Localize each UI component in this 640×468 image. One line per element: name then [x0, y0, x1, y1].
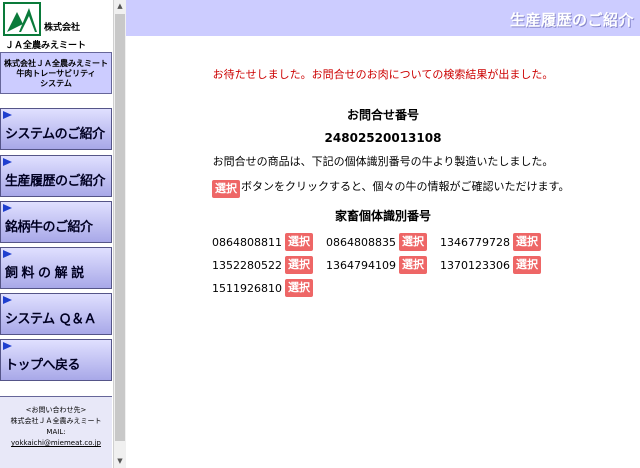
left-nav-frame: 株式会社 ＪＡ全農みえミート 株式会社ＪＡ全農みえミート 牛肉トレーサビリティ … [0, 0, 113, 468]
ja-logo: 株式会社 ＪＡ全農みえミート [3, 2, 111, 51]
menu-item-system-qa[interactable]: システム Ｑ＆Ａ [0, 293, 112, 335]
contact-heading: <お問い合わせ先> [25, 406, 87, 414]
header-banner: 生産履歴のご紹介 [126, 0, 640, 36]
cattle-id-item: 0864808835 選択 [326, 233, 427, 251]
menu-item-feed-explanation[interactable]: 飼 料 の 解 説 [0, 247, 112, 289]
arrow-right-icon [3, 204, 12, 212]
ja-logo-mark [3, 2, 41, 36]
menu-item-system-intro[interactable]: システムのご紹介 [0, 108, 112, 150]
scrollbar-thumb[interactable] [115, 14, 125, 441]
system-name-box: 株式会社ＪＡ全農みえミート 牛肉トレーサビリティ システム [0, 52, 112, 94]
cattle-id-item: 1364794109 選択 [326, 256, 427, 274]
arrow-right-icon [3, 296, 12, 304]
contact-mail-label: MAIL: [46, 428, 66, 436]
scroll-up-arrow-icon[interactable]: ▲ [114, 0, 126, 13]
cattle-id: 0864808835 [326, 235, 396, 249]
left-frame-scrollbar[interactable]: ▲ ▼ [113, 0, 126, 468]
system-name-line3: システム [40, 79, 72, 88]
menu-item-label: システムのご紹介 [5, 127, 105, 142]
system-name-line2: 牛肉トレーサビリティ [16, 69, 96, 78]
select-button-sample: 選択 [212, 180, 240, 198]
menu-item-brand-beef[interactable]: 銘柄牛のご紹介 [0, 201, 112, 243]
menu-item-label: トップへ戻る [5, 358, 81, 373]
arrow-right-icon [3, 111, 12, 119]
menu-item-back-to-top[interactable]: トップへ戻る [0, 339, 112, 381]
menu-item-label: システム Ｑ＆Ａ [5, 312, 97, 327]
select-button[interactable]: 選択 [285, 279, 313, 297]
inquiry-number: 24802520013108 [324, 131, 442, 145]
cattle-id: 1346779728 [440, 235, 510, 249]
cattle-id: 1364794109 [326, 258, 396, 272]
select-button[interactable]: 選択 [399, 233, 427, 251]
cattle-id-item: 1346779728 選択 [440, 233, 541, 251]
cattle-id-item: 1511926810 選択 [212, 279, 313, 297]
contact-company: 株式会社ＪＡ全農みえミート [10, 417, 102, 425]
logo-text-line1: 株式会社 [44, 23, 81, 33]
cattle-id-item: 1352280522 選択 [212, 256, 313, 274]
logo-text-line2: ＪＡ全農みえミート [5, 41, 87, 51]
instruction-message: 選択 ボタンをクリックすると、個々の牛の情報がご確認いただけます。 [212, 178, 570, 198]
menu-item-production-history[interactable]: 生産履歴のご紹介 [0, 155, 112, 197]
instruction-text: ボタンをクリックすると、個々の牛の情報がご確認いただけます。 [241, 180, 570, 193]
select-button[interactable]: 選択 [513, 256, 541, 274]
cattle-id: 1511926810 [212, 281, 282, 295]
inquiry-number-heading: お問合せ番号 [346, 108, 419, 122]
cattle-id-item: 1370123306 選択 [440, 256, 541, 274]
cattle-id: 0864808811 [212, 235, 282, 249]
scroll-down-arrow-icon[interactable]: ▼ [114, 455, 126, 468]
result-notice: お待たせしました。お問合せのお肉についての検索結果が出ました。 [212, 68, 554, 81]
select-button[interactable]: 選択 [285, 256, 313, 274]
cattle-id-item: 0864808811 選択 [212, 233, 313, 251]
menu-item-label: 銘柄牛のご紹介 [5, 220, 93, 235]
product-message: お問合せの商品は、下記の個体識別番号の牛より製造いたしました。 [212, 155, 554, 168]
select-button[interactable]: 選択 [513, 233, 541, 251]
system-name-line1: 株式会社ＪＡ全農みえミート [4, 59, 108, 68]
menu-item-label: 生産履歴のご紹介 [5, 174, 106, 189]
cattle-id: 1352280522 [212, 258, 282, 272]
arrow-right-icon [3, 158, 12, 166]
page-title: 生産履歴のご紹介 [509, 11, 634, 29]
cattle-id-heading: 家畜個体識別番号 [334, 209, 431, 223]
arrow-right-icon [3, 250, 12, 258]
contact-info: <お問い合わせ先> 株式会社ＪＡ全農みえミート MAIL: yokkaichi@… [0, 396, 112, 468]
select-button[interactable]: 選択 [285, 233, 313, 251]
arrow-right-icon [3, 342, 12, 350]
content-frame: 生産履歴のご紹介 お待たせしました。お問合せのお肉についての検索結果が出ました。… [126, 0, 640, 468]
select-button[interactable]: 選択 [399, 256, 427, 274]
cattle-id: 1370123306 [440, 258, 510, 272]
contact-email-link[interactable]: yokkaichi@miemeat.co.jp [0, 438, 112, 449]
menu-item-label: 飼 料 の 解 説 [5, 266, 84, 281]
